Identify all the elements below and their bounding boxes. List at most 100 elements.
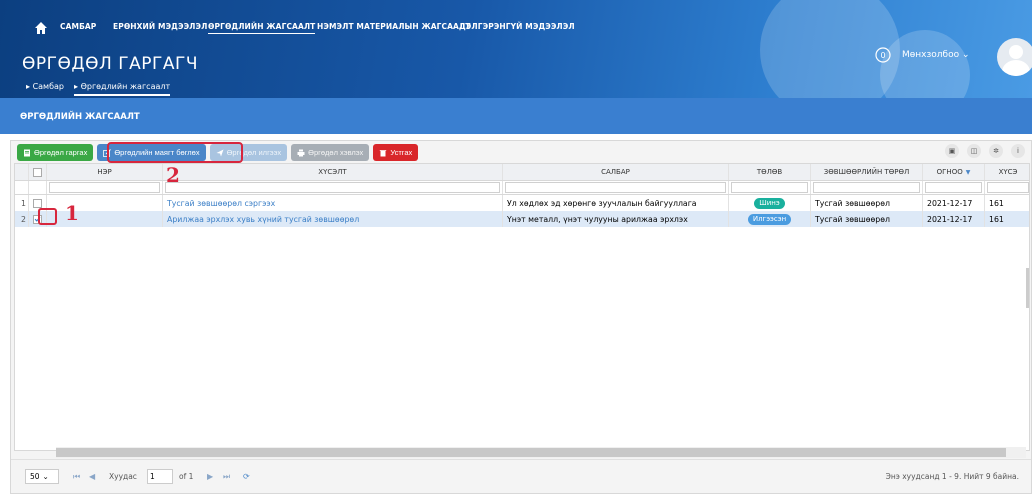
home-icon[interactable] — [34, 21, 48, 35]
vertical-scrollbar[interactable] — [1026, 268, 1029, 308]
page: САМБАР ЕРӨНХИЙ МЭДЭЭЛЭЛ ӨРГӨДЛИЙН ЖАГСАА… — [0, 0, 1032, 494]
export-icon[interactable]: ▣ — [945, 144, 959, 158]
user-name[interactable]: Мөнхзолбоо — [902, 50, 959, 60]
nav-dashboard[interactable]: САМБАР — [60, 22, 96, 31]
filter-number-cell — [985, 181, 1029, 194]
user-area: 0 Мөнхзолбоо ⌄ — [832, 38, 1032, 78]
status-badge: Илгээсэн — [747, 213, 792, 225]
row-permit-type: Тусгай зөвшөөрөл — [811, 211, 923, 227]
user-menu[interactable]: Мөнхзолбоо ⌄ — [902, 50, 970, 60]
grid-tools: ▣ ◫ ✲ i — [945, 144, 1025, 158]
header-status[interactable]: ТӨЛӨВ — [729, 164, 811, 180]
document-icon — [24, 149, 30, 156]
row-number: 2 — [15, 211, 29, 227]
settings-icon[interactable]: ✲ — [989, 144, 1003, 158]
row-category: Үнэт металл, үнэт чулууны арилжаа эрхлэх — [503, 211, 729, 227]
breadcrumb: ▸ Самбар ▸ Өргөдлийн жагсаалт — [26, 82, 171, 96]
row-category: Ул хөдлөх эд хөрөнгө зуучлалын байгуулла… — [503, 195, 729, 211]
list-panel: Өргөдөл гаргах Өргөдлийн маягт бөглөх Өр… — [10, 140, 1032, 494]
row-request-link[interactable]: Тусгай зөвшөөрөл сэргээх — [163, 195, 503, 211]
row-permit-type: Тусгай зөвшөөрөл — [811, 195, 923, 211]
prev-page-icon[interactable]: ◀ — [89, 472, 95, 481]
table-row-selected[interactable]: 2 Арилжаа эрхлэх хувь хүний тусгай зөвшө… — [15, 211, 1029, 227]
notification-icon[interactable]: 0 — [874, 46, 892, 64]
row-request-number: 161 — [989, 214, 1004, 224]
filter-type-cell — [811, 181, 923, 194]
header-permit-type[interactable]: ЗӨВШӨӨРЛИЙН ТӨРӨЛ — [811, 164, 923, 180]
horizontal-scrollbar-thumb[interactable] — [56, 448, 1006, 457]
filter-spacer — [15, 181, 29, 194]
breadcrumb-dashboard[interactable]: ▸ Самбар — [26, 82, 64, 96]
breadcrumb-application-list[interactable]: ▸ Өргөдлийн жагсаалт — [74, 82, 171, 96]
filter-category-input[interactable] — [505, 182, 726, 193]
row-status-cell: Шинэ — [729, 195, 811, 211]
filter-name-cell — [47, 181, 163, 194]
filter-spacer — [29, 181, 47, 194]
row-date: 2021-12-17 — [923, 211, 985, 227]
nav-general-info[interactable]: ЕРӨНХИЙ МЭДЭЭЛЭЛ — [113, 22, 207, 31]
header-category[interactable]: САЛБАР — [503, 164, 729, 180]
table-row[interactable]: 1 Тусгай зөвшөөрөл сэргээх Ул хөдлөх эд … — [15, 195, 1029, 211]
columns-icon[interactable]: ◫ — [967, 144, 981, 158]
print-application-button[interactable]: Өргөдөл хэвлэх — [291, 144, 370, 161]
header-request[interactable]: ХҮСЭЛТ — [163, 164, 503, 180]
status-badge: Шинэ — [754, 197, 785, 209]
header: САМБАР ЕРӨНХИЙ МЭДЭЭЛЭЛ ӨРГӨДЛИЙН ЖАГСАА… — [0, 0, 1032, 98]
horizontal-scrollbar[interactable] — [56, 447, 1026, 458]
chevron-down-icon: ⌄ — [42, 472, 49, 481]
avatar-body — [1002, 60, 1030, 76]
first-page-icon[interactable]: ⏮ — [73, 472, 80, 482]
filter-date-cell — [923, 181, 985, 194]
submit-application-label: Өргөдөл гаргах — [34, 148, 88, 157]
callout-1: 1 — [65, 201, 79, 225]
page-count: of 1 — [179, 472, 194, 481]
pager: 50 ⌄ ⏮ ◀ Хуудас 1 of 1 ▶ ⏭ ⟳ Энэ хуудсанд… — [11, 459, 1031, 493]
filter-request-cell — [163, 181, 503, 194]
filter-name-input[interactable] — [49, 182, 160, 193]
print-icon — [297, 149, 305, 156]
filter-request-input[interactable] — [165, 182, 500, 193]
filter-type-input[interactable] — [813, 182, 920, 193]
page-label: Хуудас — [109, 472, 137, 481]
delete-button[interactable]: Устгах — [373, 144, 419, 161]
page-number-input[interactable]: 1 — [147, 469, 173, 484]
filter-number-input[interactable] — [987, 182, 1029, 193]
nav-application-list[interactable]: ӨРГӨДЛИЙН ЖАГСААЛТ — [208, 22, 316, 34]
page-title: ӨРГӨДӨЛ ГАРГАГЧ — [22, 54, 198, 74]
row-checkbox[interactable] — [33, 198, 42, 208]
nav-additional-materials[interactable]: НЭМЭЛТ МАТЕРИАЛЫН ЖАГСААЛТ — [317, 22, 471, 31]
row-date: 2021-12-17 — [923, 195, 985, 211]
select-all-checkbox[interactable] — [33, 167, 42, 177]
filter-status-cell — [729, 181, 811, 194]
header-select-all[interactable] — [29, 164, 47, 180]
checkbox-highlight — [38, 208, 57, 225]
page-size-value[interactable]: 50 — [30, 472, 40, 481]
section-bar: ӨРГӨДЛИЙН ЖАГСААЛТ — [0, 98, 1032, 134]
svg-text:0: 0 — [880, 51, 885, 60]
submit-application-button[interactable]: Өргөдөл гаргах — [17, 144, 94, 161]
application-grid: НЭР ХҮСЭЛТ САЛБАР ТӨЛӨВ ЗӨВШӨӨРЛИЙН ТӨРӨ… — [14, 163, 1030, 451]
last-page-icon[interactable]: ⏭ — [223, 472, 230, 482]
callout-2: 2 — [166, 163, 180, 187]
print-application-label: Өргөдөл хэвлэх — [308, 148, 364, 157]
filter-status-input[interactable] — [731, 182, 808, 193]
sort-desc-icon: ▼ — [965, 168, 971, 176]
pager-info: Энэ хуудсанд 1 - 9. Нийт 9 байна. — [885, 472, 1019, 481]
info-icon[interactable]: i — [1011, 144, 1025, 158]
header-name[interactable]: НЭР — [47, 164, 163, 180]
refresh-icon[interactable]: ⟳ — [243, 472, 250, 481]
header-date-label[interactable]: ОГНОО — [937, 168, 963, 176]
nav-details[interactable]: ДЭЛГЭРЭНГҮЙ МЭДЭЭЛЭЛ — [459, 22, 575, 31]
highlight-box — [107, 142, 243, 163]
filter-date-input[interactable] — [925, 182, 982, 193]
row-status-cell: Илгээсэн — [729, 211, 811, 227]
header-date[interactable]: ОГНОО ▼ — [923, 164, 985, 180]
header-request-number[interactable]: ХҮСЭ — [985, 164, 1029, 180]
row-request-number: 161 — [989, 198, 1004, 208]
page-size-select[interactable]: 50 ⌄ — [25, 469, 59, 484]
breadcrumb-dashboard-label[interactable]: Самбар — [33, 82, 64, 91]
row-request-link[interactable]: Арилжаа эрхлэх хувь хүний тусгай зөвшөөр… — [163, 211, 503, 227]
breadcrumb-application-list-label[interactable]: Өргөдлийн жагсаалт — [81, 82, 171, 91]
avatar[interactable] — [997, 38, 1032, 76]
next-page-icon[interactable]: ▶ — [207, 472, 213, 481]
